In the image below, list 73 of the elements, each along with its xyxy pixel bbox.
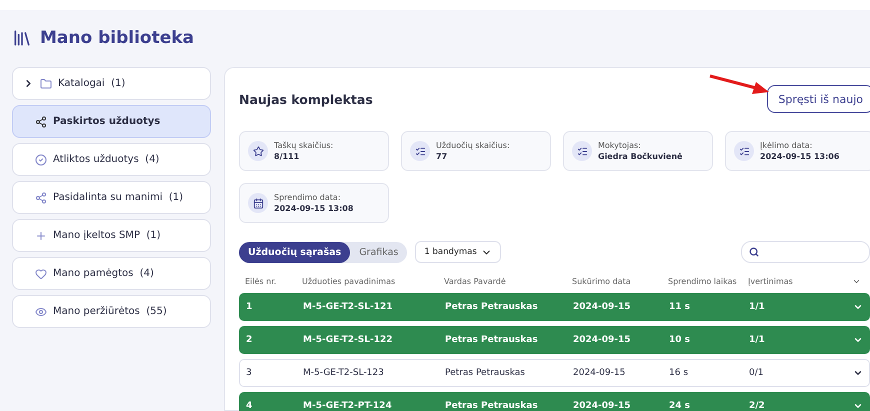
check-circle-icon <box>35 154 47 166</box>
table-cell-text: 2024-09-15 <box>573 302 632 312</box>
chevron-icon[interactable] <box>853 368 863 378</box>
table-cell-text: M-5-GE-T2-PT-124 <box>303 401 393 411</box>
table-cell-text: Petras Petrauskas <box>445 368 526 378</box>
info-label: Įkėlimo data: <box>760 141 814 150</box>
column-header: Vardas Pavardė <box>444 276 507 286</box>
table-cell-text: 2024-09-15 <box>573 335 632 345</box>
info-label: Sprendimo data: <box>274 193 342 202</box>
table-cell-text: 1/1 <box>749 335 766 345</box>
task-row[interactable]: 1 M-5-GE-T2-SL-121 Petras Petrauskas 2024-09-15 11 s 1/1 <box>239 293 870 321</box>
task-row[interactable]: 2 M-5-GE-T2-SL-122 Petras Petrauskas 2024-09-15 10 s 1/1 <box>239 326 870 354</box>
table-cell-text: M-5-GE-T2-SL-123 <box>303 368 385 378</box>
info-value: Giedra Bočkuvienė <box>598 152 682 161</box>
table-cell-text: 16 s <box>669 368 690 378</box>
column-header: Užduoties pavadinimas <box>302 276 396 286</box>
solve-again-button[interactable]: Spręsti iš naujo <box>767 85 870 113</box>
arrow-annotation <box>710 74 769 94</box>
search-icon <box>749 247 759 257</box>
heart-icon <box>35 268 47 280</box>
sidebar-item[interactable]: Mano įkeltos SMP (1) <box>12 219 211 252</box>
table-cell-text: Petras Petrauskas <box>445 335 539 345</box>
info-label: Užduočių skaičius: <box>436 141 510 150</box>
column-header: Įvertinimas <box>748 276 794 286</box>
sidebar-item[interactable]: Pasidalinta su manimi (1) <box>12 181 211 214</box>
table-cell-text: 2/2 <box>749 401 766 411</box>
info-label: Taškų skaičius: <box>274 141 334 150</box>
table-cell-text: 2024-09-15 <box>573 368 626 378</box>
sidebar-item[interactable]: Mano pamėgtos (4) <box>12 257 211 290</box>
folder-icon <box>40 78 52 90</box>
checklist-icon <box>572 141 592 161</box>
table-cell-text: 1/1 <box>749 302 766 312</box>
table-cell-text: Petras Petrauskas <box>445 401 539 411</box>
table-cell-text: Petras Petrauskas <box>445 302 539 312</box>
table-cell-text: 0/1 <box>749 368 764 378</box>
table-cell-text: 11 s <box>669 302 692 312</box>
panel-title: Naujas komplektas <box>239 92 373 106</box>
column-header: Eilės nr. <box>245 276 278 286</box>
info-value: 2024-09-15 13:06 <box>760 152 840 161</box>
info-label: Mokytojas: <box>598 141 642 150</box>
eye-icon <box>35 306 47 318</box>
share-icon <box>35 192 47 204</box>
calendar-icon <box>248 193 268 213</box>
view-tab[interactable]: Užduočių sąrašas <box>239 242 350 262</box>
info-value: 8/111 <box>274 152 300 161</box>
table-cell-text: 4 <box>246 401 254 411</box>
table-cell-text: 2024-09-15 <box>573 401 632 411</box>
view-tab[interactable]: Grafikas <box>350 242 408 262</box>
share-icon <box>35 116 47 128</box>
sidebar-item[interactable]: Atliktos užduotys (4) <box>12 143 211 176</box>
books-icon <box>12 28 32 48</box>
task-row[interactable]: 4 M-5-GE-T2-PT-124 Petras Petrauskas 2024-09-15 24 s 2/2 <box>239 392 870 411</box>
table-cell-text: 10 s <box>669 335 692 345</box>
column-header: Sprendimo laikas <box>668 276 738 286</box>
attempt-dropdown[interactable]: 1 bandymas <box>415 241 501 263</box>
sidebar-item[interactable]: Mano peržiūrėtos (55) <box>12 295 211 328</box>
table-cell-text: 3 <box>246 368 253 378</box>
column-header: Sukūrimo data <box>572 276 632 286</box>
plus-icon <box>35 230 47 242</box>
checklist-icon <box>734 141 754 161</box>
table-cell-text: 1 <box>246 302 254 312</box>
info-value: 2024-09-15 13:08 <box>274 204 354 213</box>
table-cell-text: M-5-GE-T2-SL-122 <box>303 335 394 345</box>
sidebar-item[interactable]: Paskirtos užduotys <box>12 105 211 138</box>
checklist-icon <box>410 141 430 161</box>
table-cell-text: M-5-GE-T2-SL-121 <box>303 302 394 312</box>
table-cell-text: 24 s <box>669 401 692 411</box>
table-cell-text: 2 <box>246 335 254 345</box>
search-field[interactable] <box>741 241 870 263</box>
task-row[interactable]: 3 M-5-GE-T2-SL-123 Petras Petrauskas 2024-09-15 16 s 0/1 <box>239 359 870 387</box>
info-value: 77 <box>436 152 448 161</box>
page-title: Mano biblioteka <box>40 28 194 48</box>
sidebar-item[interactable]: Katalogai (1) <box>12 67 211 100</box>
